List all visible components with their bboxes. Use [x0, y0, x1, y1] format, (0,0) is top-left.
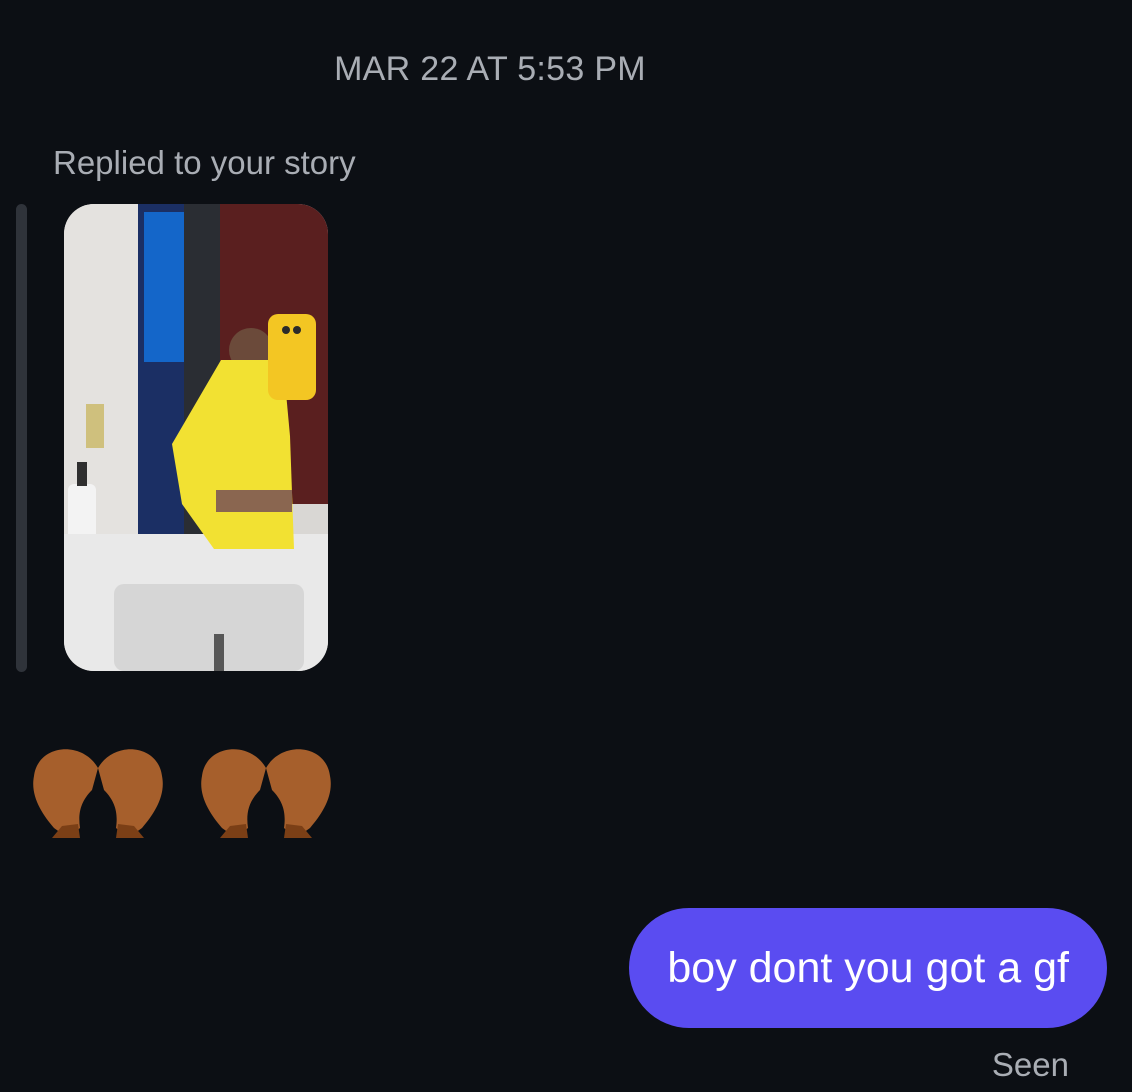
heart-hands-emoji — [201, 749, 331, 838]
reply-quote-bar — [16, 204, 27, 672]
story-reply-label: Replied to your story — [53, 144, 356, 181]
story-thumbnail[interactable] — [64, 204, 328, 671]
received-emoji-message[interactable] — [22, 738, 342, 840]
sent-message-bubble[interactable]: boy dont you got a gf — [629, 908, 1107, 1028]
seen-status: Seen — [991, 1046, 1069, 1083]
heart-hands-emoji — [33, 749, 163, 838]
message-timestamp: MAR 22 AT 5:53 PM — [334, 50, 646, 88]
story-photo-icon — [64, 204, 328, 671]
